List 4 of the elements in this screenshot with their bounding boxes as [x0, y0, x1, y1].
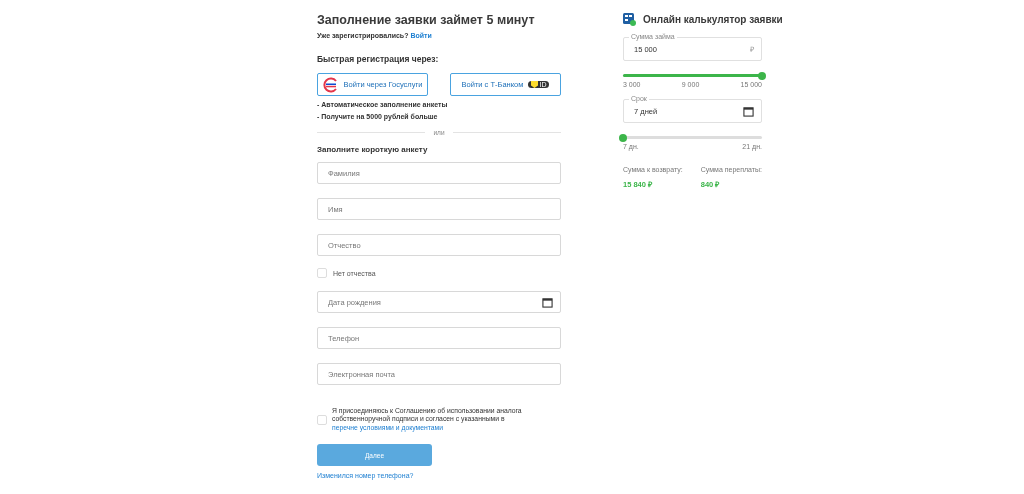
form-title: Заполнение заявки займет 5 минут — [317, 13, 536, 27]
quick-title: Быстрая регистрация через: — [317, 54, 440, 64]
calculator-title: Онлайн калькулятор заявки — [643, 14, 783, 25]
section-title: Заполните короткую анкету — [317, 145, 429, 154]
